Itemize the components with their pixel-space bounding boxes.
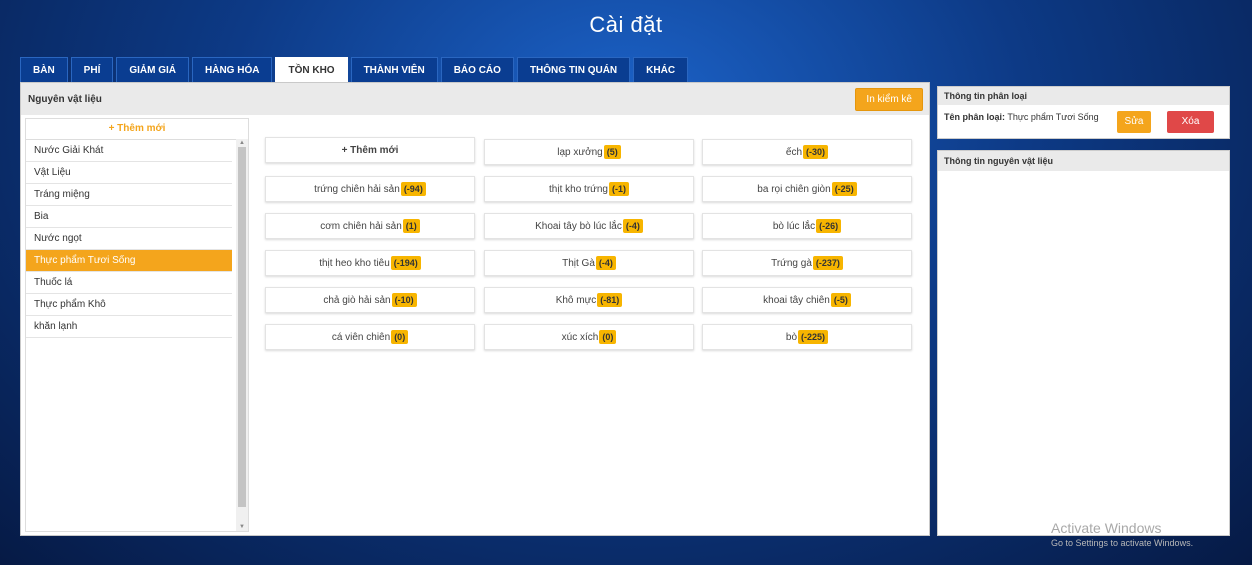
materials-title: Nguyên vật liệu (28, 93, 102, 105)
classification-text: Tên phân loại: Thực phẩm Tươi Sống (944, 112, 1099, 122)
material-item[interactable]: thịt kho trứng (-1) (484, 176, 694, 202)
tab-phi[interactable]: PHÍ (70, 57, 114, 82)
material-name: thịt kho trứng (549, 183, 608, 195)
material-item[interactable]: bò (-225) (702, 324, 912, 350)
stock-badge: (-81) (597, 293, 623, 307)
classification-label: Tên phân loại: (944, 112, 1006, 122)
add-material-button[interactable]: + Thêm mới (265, 137, 475, 163)
material-item[interactable]: bò lúc lắc (-26) (702, 213, 912, 239)
window-title-bar: Cài đặt (0, 0, 1252, 50)
material-item[interactable]: ba rọi chiên giòn (-25) (702, 176, 912, 202)
edit-button[interactable]: Sửa (1117, 111, 1151, 133)
tab-khac[interactable]: KHÁC (633, 57, 689, 82)
delete-button[interactable]: Xóa (1167, 111, 1214, 133)
material-name: bò lúc lắc (772, 220, 816, 232)
material-name: ếch (785, 146, 803, 158)
material-name: xúc xích (561, 331, 599, 343)
activate-windows-hint: Go to Settings to activate Windows. (1051, 538, 1194, 548)
tab-hang-hoa[interactable]: HÀNG HÓA (192, 57, 273, 82)
stock-badge: (0) (599, 330, 617, 344)
stock-badge: (-225) (798, 330, 829, 344)
material-name: Khoai tây bò lúc lắc (535, 220, 622, 232)
material-item[interactable]: cá viên chiên (0) (265, 324, 475, 350)
scroll-up-icon[interactable]: ▲ (236, 139, 248, 147)
material-info-title: Thông tin nguyên vật liệu (938, 151, 1229, 171)
material-item[interactable]: chả giò hải sản (-10) (265, 287, 475, 313)
material-name: chả giò hải sản (323, 294, 391, 306)
material-name: Khô mực (555, 294, 597, 306)
stock-badge: (-5) (830, 293, 851, 307)
material-item[interactable]: Khô mực (-81) (484, 287, 694, 313)
tab-ton-kho[interactable]: TỒN KHO (275, 57, 348, 82)
material-name: khoai tây chiên (763, 294, 830, 306)
stock-badge: (-1) (608, 182, 629, 196)
category-item[interactable]: Nước ngọt (26, 228, 232, 250)
material-item[interactable]: Thịt Gà (-4) (484, 250, 694, 276)
add-category-button[interactable]: + Thêm mới (26, 119, 248, 140)
category-item[interactable]: Bia (26, 206, 232, 228)
materials-panel: Nguyên vật liệu In kiểm kê + Thêm mới Nư… (20, 82, 930, 536)
window-title: Cài đặt (589, 12, 663, 37)
tab-thanh-vien[interactable]: THÀNH VIÊN (350, 57, 438, 82)
material-item[interactable]: Khoai tây bò lúc lắc (-4) (484, 213, 694, 239)
material-name: cơm chiên hải sản (320, 220, 402, 232)
category-item[interactable]: Nước Giải Khát (26, 140, 232, 162)
activate-windows-watermark: Activate Windows (1051, 520, 1162, 536)
material-item[interactable]: Trứng gà (-237) (702, 250, 912, 276)
stock-badge: (0) (391, 330, 409, 344)
material-info-panel: Thông tin nguyên vật liệu (937, 150, 1230, 536)
classification-title: Thông tin phân loại (938, 87, 1229, 105)
material-item[interactable]: khoai tây chiên (-5) (702, 287, 912, 313)
classification-panel: Thông tin phân loại Tên phân loại: Thực … (937, 86, 1230, 139)
material-name: Trứng gà (771, 257, 812, 269)
material-name: cá viên chiên (331, 331, 391, 343)
category-item[interactable]: khăn lạnh (26, 316, 232, 338)
material-name: thịt heo kho tiêu (319, 257, 390, 269)
classification-row: Tên phân loại: Thực phẩm Tươi Sống Sửa X… (938, 105, 1229, 139)
material-item[interactable]: thịt heo kho tiêu (-194) (265, 250, 475, 276)
stock-badge: (-26) (816, 219, 842, 233)
stock-badge: (-10) (391, 293, 417, 307)
materials-header: Nguyên vật liệu In kiểm kê (21, 83, 929, 115)
category-item[interactable]: Vật Liệu (26, 162, 232, 184)
category-item-selected[interactable]: Thực phẩm Tươi Sống (26, 250, 232, 272)
category-item[interactable]: Tráng miệng (26, 184, 232, 206)
stock-badge: (-4) (622, 219, 643, 233)
stock-badge: (-237) (812, 256, 843, 270)
material-name: Thịt Gà (562, 257, 595, 269)
tab-bar: BÀN PHÍ GIẢM GIÁ HÀNG HÓA TỒN KHO THÀNH … (20, 57, 691, 82)
category-item[interactable]: Thuốc lá (26, 272, 232, 294)
scroll-thumb[interactable] (238, 147, 246, 507)
material-item[interactable]: xúc xích (0) (484, 324, 694, 350)
stock-badge: (-25) (831, 182, 857, 196)
category-list: + Thêm mới Nước Giải Khát Vật Liệu Tráng… (25, 118, 249, 532)
material-name: trứng chiên hải sản (314, 183, 400, 195)
material-name: bò (785, 331, 798, 343)
stock-badge: (-194) (390, 256, 421, 270)
stock-badge: (5) (603, 145, 621, 159)
category-item[interactable]: Thực phẩm Khô (26, 294, 232, 316)
tab-giam-gia[interactable]: GIẢM GIÁ (116, 57, 190, 82)
classification-value: Thực phẩm Tươi Sống (1007, 112, 1099, 122)
print-inventory-button[interactable]: In kiểm kê (855, 87, 923, 111)
scroll-down-icon[interactable]: ▼ (236, 523, 248, 531)
stock-badge: (-94) (400, 182, 426, 196)
category-scrollbar[interactable]: ▲ ▼ (236, 139, 248, 531)
stock-badge: (-4) (595, 256, 616, 270)
material-name: ba rọi chiên giòn (757, 183, 831, 195)
stock-badge: (-30) (803, 145, 829, 159)
material-item[interactable]: cơm chiên hải sản (1) (265, 213, 475, 239)
material-name: lạp xưởng (557, 146, 603, 158)
material-item[interactable]: ếch (-30) (702, 139, 912, 165)
tab-thong-tin-quan[interactable]: THÔNG TIN QUÁN (516, 57, 631, 82)
material-item[interactable]: lạp xưởng (5) (484, 139, 694, 165)
material-item[interactable]: trứng chiên hải sản (-94) (265, 176, 475, 202)
tab-bao-cao[interactable]: BÁO CÁO (440, 57, 514, 82)
stock-badge: (1) (402, 219, 420, 233)
tab-ban[interactable]: BÀN (20, 57, 68, 82)
